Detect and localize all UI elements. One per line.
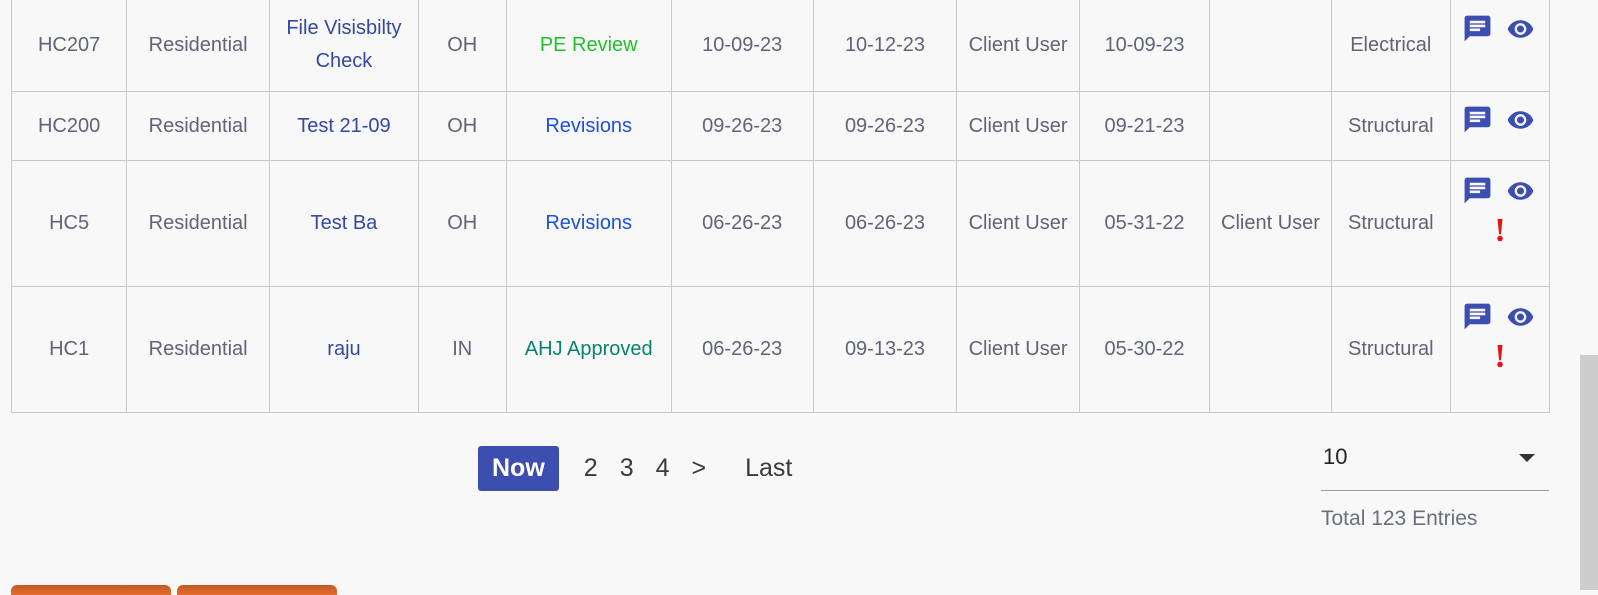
page-size-value: 10 bbox=[1323, 444, 1348, 469]
date-cell: 05-30-22 bbox=[1078, 286, 1211, 413]
discipline-cell: Structural bbox=[1330, 160, 1451, 287]
project-name-link[interactable]: Test 21-09 bbox=[269, 91, 419, 161]
next-page-button[interactable]: > bbox=[681, 454, 718, 483]
total-entries-label: Total 123 Entries bbox=[1321, 507, 1478, 530]
action-button-2[interactable] bbox=[177, 585, 337, 595]
project-type-cell: Residential bbox=[126, 160, 271, 287]
project-name-link[interactable]: raju bbox=[269, 286, 419, 413]
page-size-select[interactable]: 10 bbox=[1321, 440, 1549, 491]
actions-cell bbox=[1449, 0, 1551, 92]
action-button-1[interactable] bbox=[11, 585, 171, 595]
projects-table-container: HC207 Residential File Visisbilty Check OH P… bbox=[10, 0, 1551, 413]
page-2-button[interactable]: 2 bbox=[573, 454, 609, 483]
eye-icon[interactable] bbox=[1503, 177, 1538, 205]
alert-icon: ! bbox=[1494, 338, 1506, 375]
discipline-cell: Structural bbox=[1330, 91, 1451, 161]
status-cell: AHJ Approved bbox=[505, 286, 672, 413]
project-name-link[interactable]: File Visisbilty Check bbox=[269, 0, 419, 92]
project-type-cell: Residential bbox=[126, 0, 271, 92]
client-user-cell: Client User bbox=[956, 160, 1080, 287]
project-id-cell: HC1 bbox=[10, 286, 128, 413]
date-cell: 06-26-23 bbox=[812, 160, 958, 287]
assignee-cell bbox=[1209, 286, 1332, 413]
eye-icon[interactable] bbox=[1503, 106, 1538, 134]
projects-table: HC207 Residential File Visisbilty Check OH P… bbox=[10, 0, 1551, 413]
actions-cell: ! bbox=[1449, 286, 1551, 413]
date-cell: 10-12-23 bbox=[812, 0, 958, 92]
comment-icon[interactable] bbox=[1462, 175, 1493, 206]
date-cell: 06-26-23 bbox=[670, 160, 814, 287]
chevron-down-icon bbox=[1519, 454, 1535, 462]
state-cell: IN bbox=[417, 286, 507, 413]
project-name-link[interactable]: Test Ba bbox=[269, 160, 419, 287]
entries-panel: 10 Total 123 Entries bbox=[1321, 440, 1549, 531]
state-cell: OH bbox=[417, 91, 507, 161]
date-cell: 09-26-23 bbox=[670, 91, 814, 161]
date-cell: 10-09-23 bbox=[1078, 0, 1211, 92]
alert-icon: ! bbox=[1494, 212, 1506, 249]
comment-icon[interactable] bbox=[1462, 104, 1493, 135]
date-cell: 09-21-23 bbox=[1078, 91, 1211, 161]
assignee-cell bbox=[1209, 91, 1332, 161]
pagination: Now 2 3 4 > Last bbox=[478, 446, 804, 491]
table-row: HC200 Residential Test 21-09 OH Revisions 09-… bbox=[10, 91, 1551, 161]
table-row: HC1 Residential raju IN AHJ Approved 06-26-23… bbox=[10, 286, 1551, 413]
project-id-cell: HC207 bbox=[10, 0, 128, 92]
client-user-cell: Client User bbox=[956, 91, 1080, 161]
table-row: HC5 Residential Test Ba OH Revisions 06-26-23… bbox=[10, 160, 1551, 287]
page-4-button[interactable]: 4 bbox=[645, 454, 681, 483]
date-cell: 10-09-23 bbox=[670, 0, 814, 92]
project-type-cell: Residential bbox=[126, 286, 271, 413]
status-cell: Revisions bbox=[505, 91, 672, 161]
project-id-cell: HC5 bbox=[10, 160, 128, 287]
eye-icon[interactable] bbox=[1503, 15, 1538, 43]
state-cell: OH bbox=[417, 0, 507, 92]
date-cell: 06-26-23 bbox=[670, 286, 814, 413]
page-current-button[interactable]: Now bbox=[478, 446, 559, 491]
eye-icon[interactable] bbox=[1503, 303, 1538, 331]
comment-icon[interactable] bbox=[1462, 301, 1493, 332]
date-cell: 05-31-22 bbox=[1078, 160, 1211, 287]
last-page-button[interactable]: Last bbox=[733, 454, 804, 483]
assignee-cell: Client User bbox=[1209, 160, 1332, 287]
date-cell: 09-26-23 bbox=[812, 91, 958, 161]
actions-cell bbox=[1449, 91, 1551, 161]
project-type-cell: Residential bbox=[126, 91, 271, 161]
table-row: HC207 Residential File Visisbilty Check OH P… bbox=[10, 0, 1551, 92]
status-cell: Revisions bbox=[505, 160, 672, 287]
discipline-cell: Structural bbox=[1330, 286, 1451, 413]
page-3-button[interactable]: 3 bbox=[609, 454, 645, 483]
discipline-cell: Electrical bbox=[1330, 0, 1451, 92]
client-user-cell: Client User bbox=[956, 0, 1080, 92]
client-user-cell: Client User bbox=[956, 286, 1080, 413]
project-id-cell: HC200 bbox=[10, 91, 128, 161]
state-cell: OH bbox=[417, 160, 507, 287]
date-cell: 09-13-23 bbox=[812, 286, 958, 413]
page-scrollbar[interactable] bbox=[1580, 355, 1598, 590]
assignee-cell bbox=[1209, 0, 1332, 92]
comment-icon[interactable] bbox=[1462, 13, 1493, 44]
actions-cell: ! bbox=[1449, 160, 1551, 287]
status-cell: PE Review bbox=[505, 0, 672, 92]
